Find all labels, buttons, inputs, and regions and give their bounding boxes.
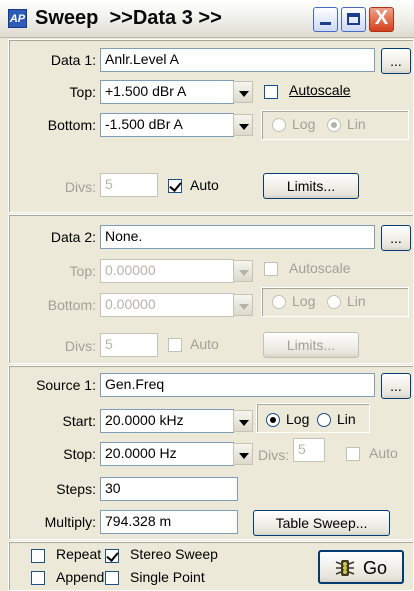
source1-auto-label[interactable]: Auto — [369, 445, 398, 461]
data1-log-label[interactable]: Log — [292, 116, 315, 132]
single-point-label[interactable]: Single Point — [130, 569, 205, 585]
data2-field[interactable]: None. — [100, 225, 375, 249]
data2-bottom-field[interactable]: 0.00000 — [100, 293, 234, 317]
source1-field[interactable]: Gen.Freq — [100, 373, 375, 397]
data2-bottom-label: Bottom: — [47, 297, 96, 313]
source1-log-radio[interactable] — [266, 413, 280, 427]
data1-bottom-field[interactable]: -1.500 dBr A — [100, 113, 234, 137]
data2-divs-field[interactable]: 5 — [100, 333, 158, 357]
data1-browse-button[interactable]: ... — [381, 48, 411, 74]
data2-browse-button[interactable]: ... — [381, 225, 411, 251]
source1-label: Source 1: — [36, 377, 96, 393]
data1-autoscale-label[interactable]: Autoscale — [289, 82, 350, 98]
source1-start-field[interactable]: 20.0000 kHz — [100, 409, 234, 433]
source1-browse-button[interactable]: ... — [381, 373, 411, 399]
data1-limits-button[interactable]: Limits... — [263, 173, 359, 199]
data1-label: Data 1: — [50, 52, 96, 68]
data1-divs-field[interactable]: 5 — [100, 173, 158, 197]
data1-auto-label[interactable]: Auto — [190, 177, 219, 193]
title-bar[interactable]: AP Sweep >>Data 3 >> X — [0, 0, 414, 38]
minimize-icon — [320, 22, 331, 25]
source1-stop-label: Stop: — [63, 446, 96, 462]
source1-stop-field[interactable]: 20.0000 Hz — [100, 442, 234, 466]
repeat-label[interactable]: Repeat — [56, 546, 101, 562]
data2-lin-radio[interactable] — [327, 295, 341, 309]
stereo-sweep-label[interactable]: Stereo Sweep — [130, 546, 218, 562]
data2-lin-label[interactable]: Lin — [347, 293, 366, 309]
source1-multiply-label: Multiply: — [44, 514, 96, 530]
data1-top-label: Top: — [69, 84, 96, 100]
single-point-checkbox[interactable] — [105, 571, 119, 585]
table-sweep-button[interactable]: Table Sweep... — [253, 510, 390, 536]
sweep-window: AP Sweep >>Data 3 >> X Data 1: Anlr.Leve… — [0, 0, 414, 591]
data2-log-label[interactable]: Log — [292, 293, 315, 309]
stereo-sweep-checkbox[interactable] — [105, 549, 119, 563]
data1-field[interactable]: Anlr.Level A — [100, 48, 375, 72]
data1-bottom-label: Bottom: — [47, 117, 96, 133]
source1-lin-radio[interactable] — [317, 413, 331, 427]
close-icon: X — [374, 7, 389, 29]
go-icon — [335, 555, 355, 576]
data2-autoscale-checkbox[interactable] — [264, 262, 278, 276]
data1-lin-label[interactable]: Lin — [347, 116, 366, 132]
data2-top-field[interactable]: 0.00000 — [100, 259, 234, 283]
minimize-button[interactable] — [313, 7, 338, 32]
data2-log-radio[interactable] — [272, 295, 286, 309]
source1-log-label[interactable]: Log — [286, 411, 309, 427]
append-checkbox[interactable] — [31, 571, 45, 585]
maximize-button[interactable] — [341, 7, 366, 32]
data2-limits-button[interactable]: Limits... — [263, 332, 359, 358]
data2-autoscale-label[interactable]: Autoscale — [289, 260, 350, 276]
data2-auto-checkbox[interactable] — [168, 338, 182, 352]
app-icon: AP — [8, 9, 27, 28]
source1-start-label: Start: — [62, 413, 96, 429]
data1-bottom-dropdown[interactable] — [233, 114, 253, 136]
source1-stop-dropdown[interactable] — [233, 443, 253, 465]
data1-autoscale-checkbox[interactable] — [264, 85, 278, 99]
go-button[interactable]: Go — [318, 550, 404, 584]
repeat-checkbox[interactable] — [31, 549, 45, 563]
source1-divs-label: Divs: — [258, 447, 290, 463]
source1-start-dropdown[interactable] — [233, 410, 253, 432]
data1-log-radio[interactable] — [272, 118, 286, 132]
window-title: Sweep >>Data 3 >> — [35, 7, 222, 29]
data2-bottom-dropdown[interactable] — [233, 294, 253, 316]
source1-lin-label[interactable]: Lin — [337, 411, 356, 427]
data1-divs-label: Divs: — [64, 179, 96, 195]
data1-lin-radio[interactable] — [327, 118, 341, 132]
data2-top-dropdown[interactable] — [233, 260, 253, 282]
source1-steps-label: Steps: — [56, 481, 96, 497]
close-button[interactable]: X — [369, 7, 394, 32]
go-label: Go — [362, 558, 387, 578]
source1-steps-field[interactable]: 30 — [100, 477, 238, 501]
data1-top-field[interactable]: +1.500 dBr A — [100, 80, 234, 104]
data2-top-label: Top: — [69, 263, 96, 279]
source1-divs-field[interactable]: 5 — [293, 438, 325, 462]
data2-auto-label[interactable]: Auto — [190, 336, 219, 352]
append-label[interactable]: Append — [56, 569, 104, 585]
data1-auto-checkbox[interactable] — [168, 179, 182, 193]
data2-divs-label: Divs: — [64, 338, 96, 354]
source1-auto-checkbox[interactable] — [346, 447, 360, 461]
data2-label: Data 2: — [50, 229, 96, 245]
source1-multiply-field[interactable]: 794.328 m — [100, 510, 238, 534]
maximize-icon — [347, 13, 360, 25]
data1-top-dropdown[interactable] — [233, 81, 253, 103]
